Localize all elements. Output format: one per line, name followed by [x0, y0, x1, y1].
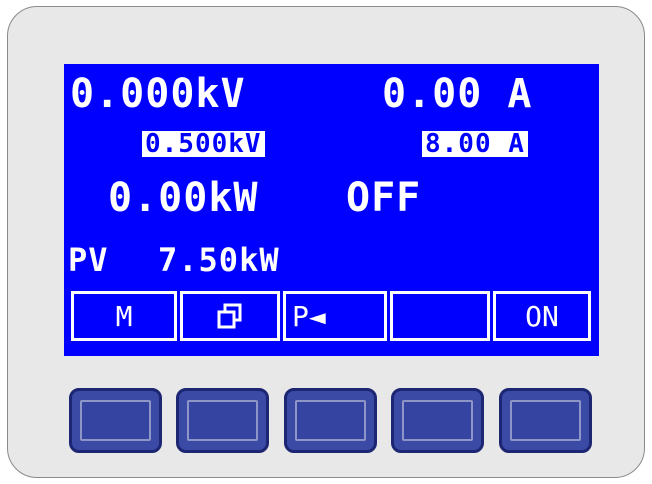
voltage-setpoint[interactable]: 0.500kV [142, 131, 265, 157]
actual-power-readout: 0.00kW [108, 175, 259, 221]
power-setpoint[interactable]: 7.50kW [158, 244, 280, 276]
actual-current-readout: 0.00 A [382, 71, 533, 117]
softkey-duplicate[interactable] [180, 291, 280, 341]
hardware-button-1[interactable] [69, 388, 162, 453]
output-state-label: OFF [346, 175, 422, 221]
overlapping-squares-icon [217, 303, 242, 329]
hardware-button-4[interactable] [391, 388, 484, 453]
softkey-empty[interactable] [390, 291, 490, 341]
actual-voltage-readout: 0.000kV [70, 71, 246, 117]
softkey-mode-label: M [115, 299, 133, 333]
power-setpoint-label: PV [68, 241, 109, 279]
current-setpoint[interactable]: 8.00 A [422, 131, 528, 157]
softkey-profile-label: P◄ [292, 299, 326, 333]
lcd-display: 0.000kV 0.00 A 0.500kV 8.00 A 0.00kW OFF… [64, 64, 599, 356]
softkey-mode[interactable]: M [71, 291, 177, 341]
softkey-output-on[interactable]: ON [493, 291, 591, 341]
hardware-button-2[interactable] [176, 388, 269, 453]
softkey-on-label: ON [525, 299, 559, 333]
hardware-button-5[interactable] [499, 388, 592, 453]
softkey-profile[interactable]: P◄ [283, 291, 387, 341]
hardware-button-3[interactable] [284, 388, 377, 453]
